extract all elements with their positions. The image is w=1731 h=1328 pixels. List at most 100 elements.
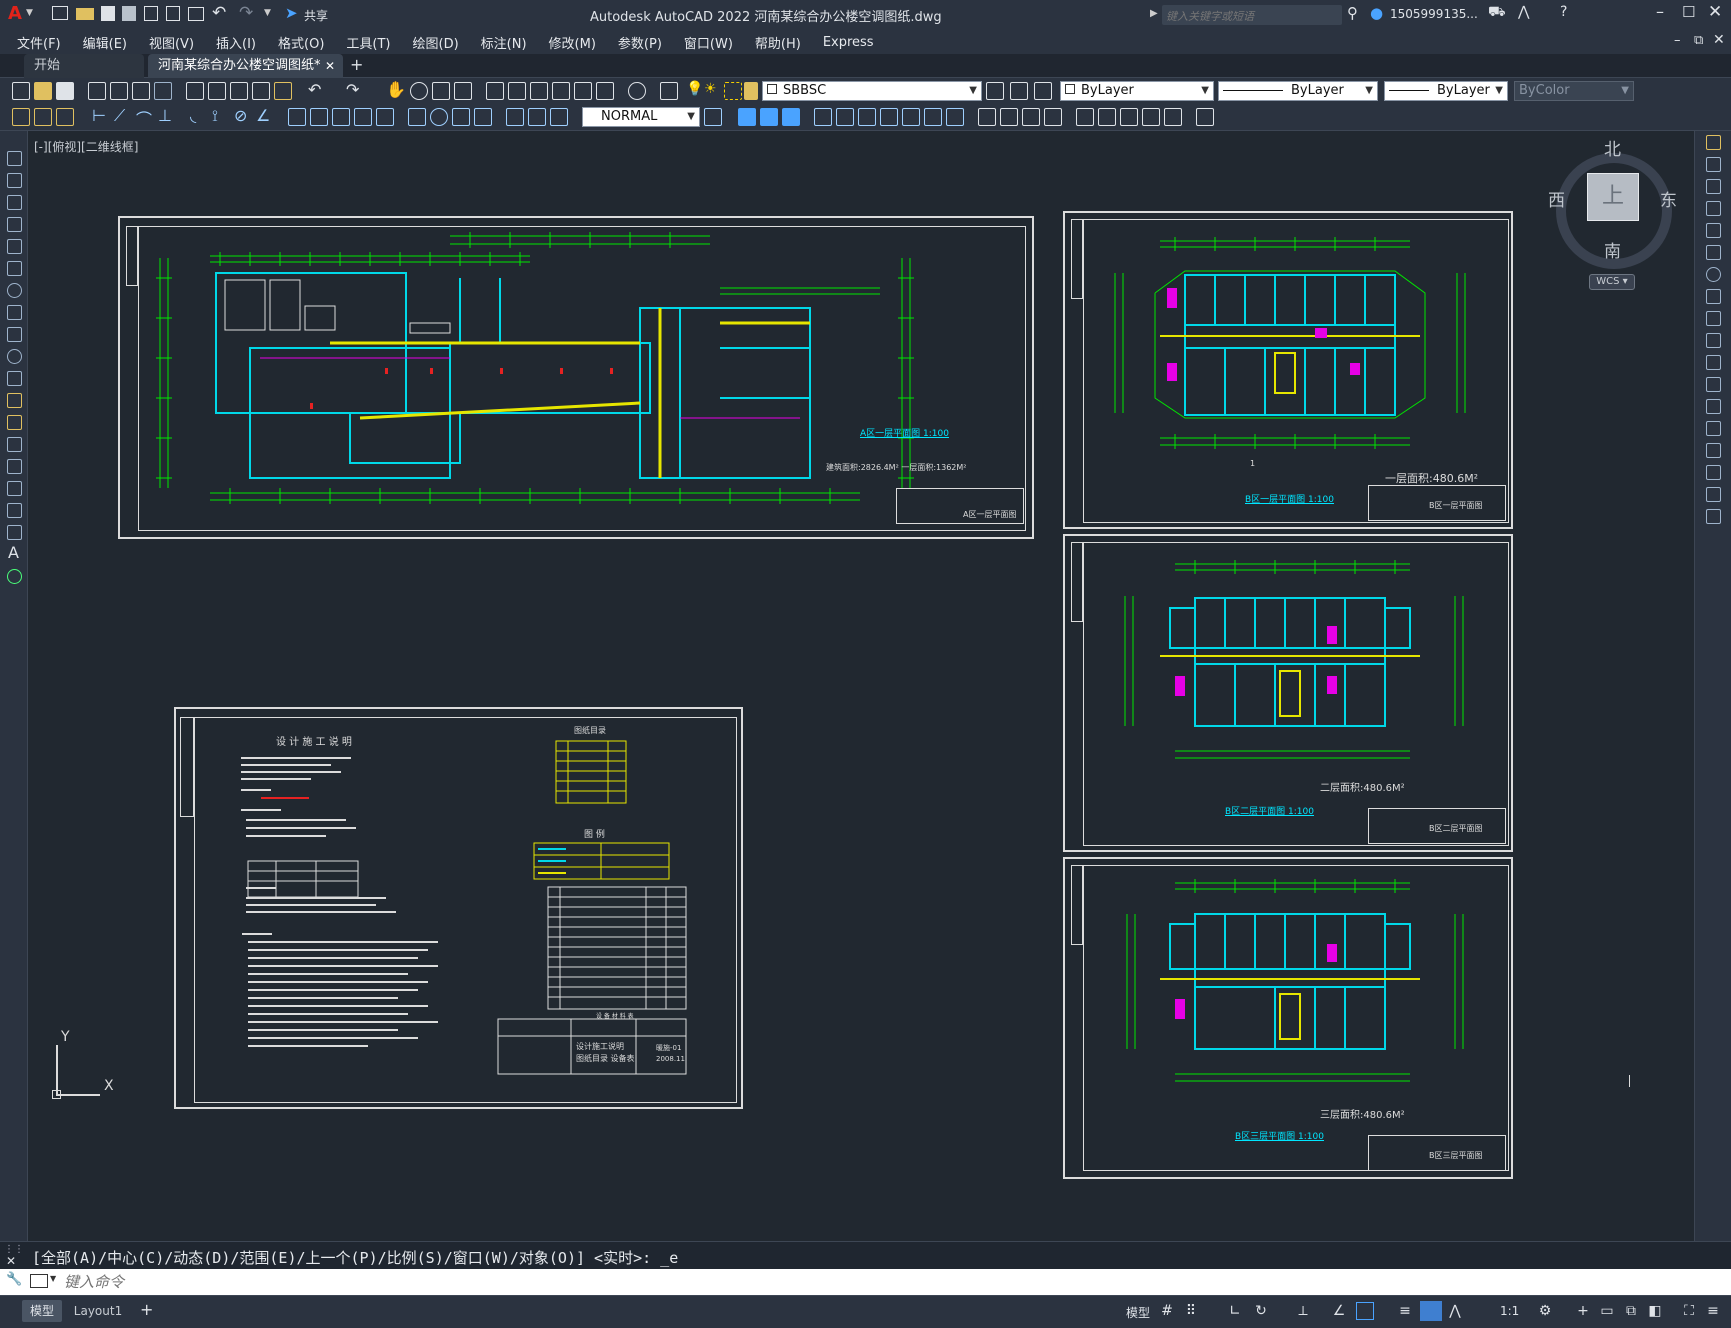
menu-window[interactable]: 窗口(W) xyxy=(673,33,744,52)
draworder-above-icon[interactable] xyxy=(782,108,800,126)
quick-props-icon[interactable]: ⧉ xyxy=(1622,1302,1640,1320)
polar-icon[interactable]: ↻ xyxy=(1252,1302,1270,1320)
customization-icon[interactable]: ≡ xyxy=(1704,1302,1722,1320)
extend-icon[interactable] xyxy=(1706,355,1721,370)
adjust-icon[interactable] xyxy=(880,108,898,126)
drawing-canvas[interactable]: [-][俯视][二维线框] 北 南 西 东 上 WCS ▾ A区一层平面图 1:… xyxy=(28,131,1694,1241)
add-selected-icon[interactable] xyxy=(7,569,22,584)
ellipse-icon[interactable] xyxy=(7,349,22,364)
properties-icon[interactable] xyxy=(486,82,504,100)
annotation-visibility-icon[interactable] xyxy=(1420,1301,1442,1321)
3dprint-icon[interactable] xyxy=(154,82,172,100)
customize-chevron-icon[interactable]: ▼ xyxy=(264,8,271,18)
wcs-menu[interactable]: WCS ▾ xyxy=(1589,274,1635,290)
hatch-icon[interactable] xyxy=(7,459,22,474)
stretch-icon[interactable] xyxy=(1706,311,1721,326)
menu-express[interactable]: Express xyxy=(812,35,885,50)
revcloud-icon[interactable] xyxy=(7,305,22,320)
auto-scale-icon[interactable]: ⋀ xyxy=(1446,1302,1464,1320)
layer-state-icon[interactable] xyxy=(1034,82,1052,100)
break-at-point-icon[interactable] xyxy=(1706,377,1721,392)
save-as-icon[interactable] xyxy=(122,6,136,21)
save-toolbar-icon[interactable] xyxy=(56,82,74,100)
point-icon[interactable] xyxy=(7,437,22,452)
multiline-text-icon[interactable]: A xyxy=(8,543,19,562)
continue-icon[interactable] xyxy=(332,108,350,126)
blend-icon[interactable] xyxy=(1706,487,1721,502)
ordinate-icon[interactable]: ⊥ xyxy=(158,106,172,125)
menu-edit[interactable]: 编辑(E) xyxy=(72,33,138,52)
gradient-icon[interactable] xyxy=(7,481,22,496)
maximize-icon[interactable]: ☐ xyxy=(1682,3,1695,21)
baseline-icon[interactable] xyxy=(310,108,328,126)
style-icon[interactable] xyxy=(12,108,30,126)
move-icon[interactable] xyxy=(1706,245,1721,260)
zoom-previous-icon[interactable] xyxy=(454,82,472,100)
inspection-icon[interactable] xyxy=(452,108,470,126)
copy-icon[interactable] xyxy=(208,82,226,100)
scale-icon[interactable] xyxy=(1706,289,1721,304)
sheet-set-icon[interactable] xyxy=(552,82,570,100)
viewcube-top-face[interactable]: 上 xyxy=(1587,173,1639,221)
dim-update-icon[interactable] xyxy=(550,108,568,126)
draworder-back-icon[interactable] xyxy=(760,108,778,126)
viewport-controls[interactable]: [-][俯视][二维线框] xyxy=(34,138,138,155)
circle-icon[interactable] xyxy=(7,283,22,298)
attach-icon[interactable] xyxy=(836,108,854,126)
construction-line-icon[interactable] xyxy=(7,173,22,188)
group-icon[interactable] xyxy=(1076,108,1094,126)
model-space-toggle[interactable]: 模型 xyxy=(1126,1304,1150,1321)
center-mark-icon[interactable] xyxy=(430,108,448,126)
search-box[interactable] xyxy=(1162,5,1342,27)
save-icon[interactable] xyxy=(101,6,115,21)
layer-thaw-icon[interactable]: ☀ xyxy=(704,81,717,97)
calculator-icon[interactable] xyxy=(596,82,614,100)
osnap-icon[interactable] xyxy=(1356,1302,1374,1320)
command-menu-icon[interactable] xyxy=(30,1274,48,1288)
block-editor-icon[interactable] xyxy=(274,82,292,100)
trim-icon[interactable] xyxy=(1706,333,1721,348)
publish-toolbar-icon[interactable] xyxy=(132,82,150,100)
publish-icon[interactable] xyxy=(166,6,180,21)
command-input[interactable] xyxy=(64,1271,1664,1293)
underlay-icon[interactable] xyxy=(902,108,920,126)
clip-icon[interactable] xyxy=(858,108,876,126)
minimize-icon[interactable]: – xyxy=(1656,2,1664,21)
layer-previous-icon[interactable] xyxy=(1010,82,1028,100)
viewcube-west[interactable]: 西 xyxy=(1548,186,1565,211)
snap-icon[interactable]: ⠿ xyxy=(1182,1302,1200,1320)
tab-drawing[interactable]: 河南某综合办公楼空调图纸* ✕ xyxy=(148,54,343,78)
open-file-icon[interactable] xyxy=(76,8,94,20)
dim-space-icon[interactable] xyxy=(354,108,372,126)
share-label[interactable]: 共享 xyxy=(304,7,328,24)
help-toolbar-icon[interactable] xyxy=(628,82,646,100)
tab-close-icon[interactable]: ✕ xyxy=(325,54,335,78)
tab-model[interactable]: 模型 xyxy=(22,1300,62,1322)
group-select-icon[interactable] xyxy=(1142,108,1160,126)
visual-style-icon[interactable] xyxy=(1000,108,1018,126)
autocad-logo[interactable]: A xyxy=(8,3,22,24)
menu-file[interactable]: 文件(F) xyxy=(6,33,72,52)
viewcube-north[interactable]: 北 xyxy=(1604,135,1621,160)
redo-toolbar-icon[interactable]: ↷ xyxy=(346,80,359,99)
copy-object-icon[interactable] xyxy=(1706,157,1721,172)
app-store-icon[interactable]: ⋀ xyxy=(1518,4,1529,20)
qnew-icon[interactable] xyxy=(12,82,30,100)
sheet-b-floor2[interactable]: 二层面积:480.6M² B区二层平面图 1:100 B区二层平面图 xyxy=(1063,534,1513,852)
lineweight-dropdown[interactable]: ByLayer ▼ xyxy=(1384,81,1508,101)
undo-icon[interactable]: ↶ xyxy=(212,3,226,23)
plotstyle-dropdown[interactable]: ByColor ▼ xyxy=(1514,81,1634,101)
share-icon[interactable]: ➤ xyxy=(285,4,298,22)
redo-icon[interactable]: ↷ xyxy=(239,3,253,23)
menu-tools[interactable]: 工具(T) xyxy=(335,33,401,52)
ortho-icon[interactable]: ∟ xyxy=(1226,1302,1244,1320)
annotation-scale[interactable]: 1:1 xyxy=(1500,1304,1519,1318)
zoom-realtime-icon[interactable] xyxy=(410,82,428,100)
angular-icon[interactable]: ∠ xyxy=(256,106,270,125)
menu-view[interactable]: 视图(V) xyxy=(138,33,205,52)
viewcube-south[interactable]: 南 xyxy=(1604,237,1621,262)
preview-icon[interactable] xyxy=(110,82,128,100)
spline-icon[interactable] xyxy=(7,327,22,342)
table-icon[interactable] xyxy=(7,525,22,540)
ungroup-icon[interactable] xyxy=(1098,108,1116,126)
